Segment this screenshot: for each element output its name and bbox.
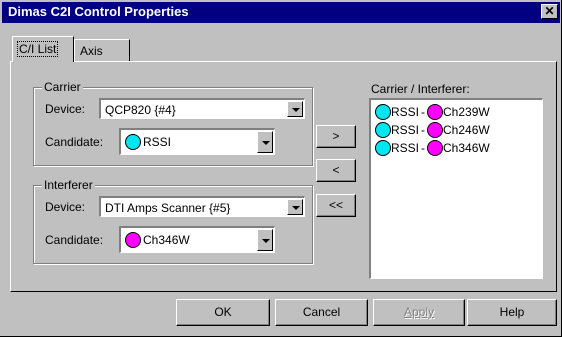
pair-carrier: RSSI (391, 105, 420, 119)
window-title: Dimas C2I Control Properties (8, 4, 189, 19)
close-button[interactable]: ✕ (541, 4, 558, 19)
carrier-candidate-display: RSSI (125, 134, 171, 150)
interferer-candidate-select[interactable]: Ch346W (119, 226, 275, 253)
carrier-interferer-listbox[interactable]: RSSI - Ch239W RSSI - Ch246W RSSI - Ch346… (369, 98, 543, 279)
cyan-circle-icon (125, 134, 141, 150)
carrier-candidate-value: RSSI (143, 135, 172, 149)
pair-interferer: Ch346W (443, 141, 490, 155)
close-icon: ✕ (544, 4, 555, 18)
interferer-group-label: Interferer (42, 178, 95, 192)
remove-pair-button[interactable]: < (316, 159, 356, 182)
interferer-candidate-dropdown-button[interactable] (257, 229, 273, 251)
tab-ci-list-label: C/I List (16, 41, 59, 57)
list-item[interactable]: RSSI - Ch246W (375, 121, 490, 139)
tab-axis-label: Axis (80, 44, 103, 58)
cyan-circle-icon (375, 122, 391, 138)
pair-carrier: RSSI (391, 123, 420, 137)
interferer-device-label: Device: (45, 200, 86, 214)
cyan-circle-icon (375, 104, 391, 120)
interferer-candidate-display: Ch346W (125, 232, 190, 248)
magenta-circle-icon (427, 122, 444, 138)
pairs-list-label: Carrier / Interferer: (371, 82, 470, 96)
carrier-device-label: Device: (45, 102, 86, 116)
pair-interferer: Ch239W (443, 105, 490, 119)
interferer-device-dropdown-button[interactable] (287, 199, 303, 215)
carrier-group-label: Carrier (42, 80, 83, 94)
help-button[interactable]: Help (467, 299, 557, 326)
magenta-circle-icon (427, 140, 444, 156)
chevron-down-icon (292, 206, 300, 210)
interferer-candidate-label: Candidate: (45, 233, 104, 247)
cyan-circle-icon (375, 140, 391, 156)
list-item[interactable]: RSSI - Ch239W (375, 103, 490, 121)
ok-button[interactable]: OK (176, 299, 270, 326)
chevron-down-icon (262, 141, 270, 145)
cancel-button[interactable]: Cancel (275, 299, 368, 326)
carrier-device-dropdown-button[interactable] (287, 101, 303, 117)
pair-carrier: RSSI (391, 141, 420, 155)
magenta-circle-icon (427, 104, 444, 120)
tab-ci-list[interactable]: C/I List (12, 36, 74, 62)
interferer-device-value: DTI Amps Scanner {#5} (105, 201, 231, 215)
magenta-circle-icon (125, 232, 141, 248)
carrier-device-value: QCP820 {#4} (105, 103, 176, 117)
interferer-candidate-value: Ch346W (143, 233, 190, 247)
title-bar[interactable]: Dimas C2I Control Properties ✕ (2, 2, 560, 23)
pair-separator: - (421, 141, 426, 155)
properties-dialog: Dimas C2I Control Properties ✕ C/I List … (0, 0, 562, 337)
remove-all-pairs-button[interactable]: << (316, 194, 356, 217)
list-item[interactable]: RSSI - Ch346W (375, 139, 490, 157)
carrier-candidate-select[interactable]: RSSI (119, 128, 275, 155)
carrier-device-select[interactable]: QCP820 {#4} (99, 98, 305, 119)
carrier-candidate-label: Candidate: (45, 135, 104, 149)
add-pair-button[interactable]: > (316, 125, 356, 148)
interferer-device-select[interactable]: DTI Amps Scanner {#5} (99, 196, 305, 217)
pair-interferer: Ch246W (443, 123, 490, 137)
carrier-candidate-dropdown-button[interactable] (257, 131, 273, 153)
tab-axis[interactable]: Axis (74, 39, 130, 61)
chevron-down-icon (292, 108, 300, 112)
chevron-down-icon (262, 239, 270, 243)
tab-panel-ci-list: Carrier Device: QCP820 {#4} Candidate: R… (10, 61, 557, 292)
pair-separator: - (421, 123, 426, 137)
pair-separator: - (421, 105, 426, 119)
apply-button[interactable]: Apply (373, 299, 465, 326)
